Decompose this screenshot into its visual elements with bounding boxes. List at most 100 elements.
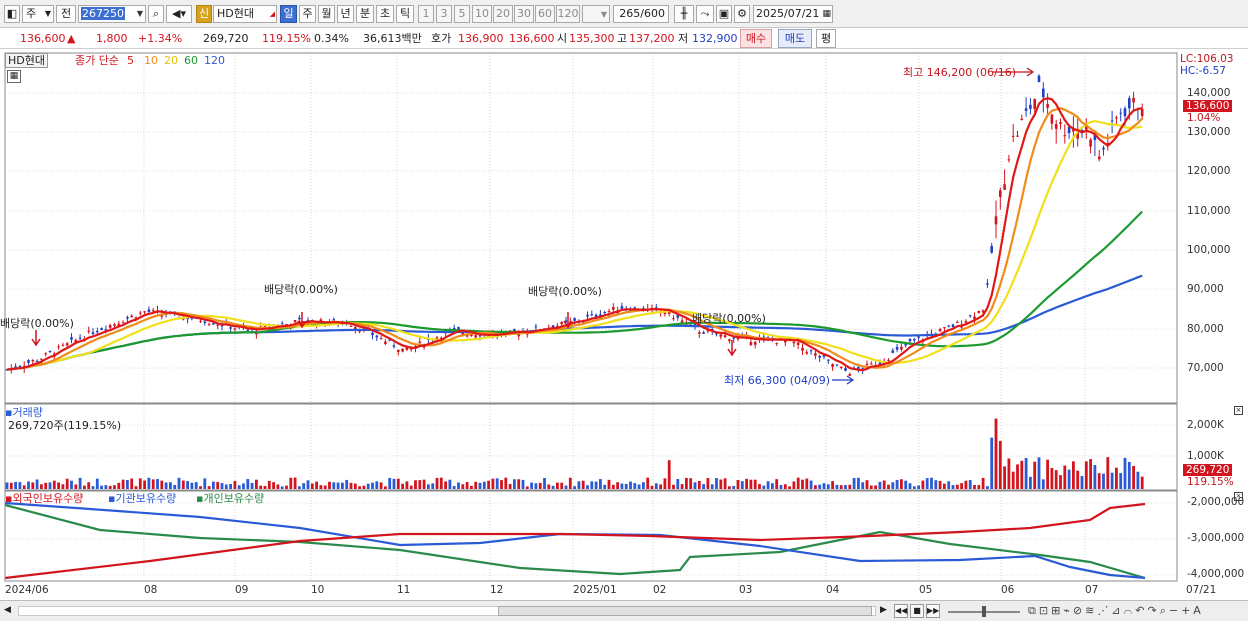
volume-bar: [448, 479, 452, 489]
period-tab-tick[interactable]: 틱: [396, 5, 414, 23]
interval-60[interactable]: 60: [535, 5, 555, 23]
data-count-input[interactable]: 265/600: [613, 5, 669, 23]
ticker-tag[interactable]: HD현대: [5, 53, 48, 68]
interval-30[interactable]: 30: [514, 5, 534, 23]
candle-body: [96, 330, 99, 333]
volume-bar: [857, 477, 860, 489]
candle-body: [57, 346, 60, 348]
prev-button[interactable]: 전: [56, 5, 76, 23]
x-label-03: 03: [739, 584, 753, 596]
x-label-09: 09: [235, 584, 249, 596]
candle-body: [917, 336, 920, 338]
interval-120[interactable]: 120: [556, 5, 580, 23]
candle-body: [908, 338, 912, 342]
up-arrow-icon: ▲: [67, 32, 76, 45]
period-tab-day[interactable]: 일: [280, 5, 297, 23]
dividend-arrow: [31, 330, 41, 347]
layout-icon[interactable]: ◧: [4, 5, 20, 23]
candle-body: [1020, 118, 1024, 121]
high-price: 137,200: [629, 32, 675, 45]
candle-body: [293, 319, 297, 322]
panel-close-icon[interactable]: ×: [1234, 406, 1243, 415]
panel-close-icon[interactable]: ×: [1234, 492, 1243, 501]
volume-bar: [680, 484, 684, 489]
period-tab-year[interactable]: 년: [337, 5, 354, 23]
volume-bar: [986, 486, 989, 489]
speaker-icon[interactable]: ◀▾: [166, 5, 192, 23]
interval-10[interactable]: 10: [472, 5, 492, 23]
stock-name-field[interactable]: HD현대 ◢: [213, 5, 277, 23]
volume-bar: [452, 486, 456, 489]
volume-bar: [246, 479, 250, 489]
period-type-select[interactable]: 주 ▼: [22, 5, 54, 23]
drawing-tools-icon[interactable]: ⧉⊡⊞⌁⊘≋⋰⊿⌒↶↷⌕−+A: [1028, 604, 1204, 618]
volume-bar: [543, 477, 546, 489]
volume-bar: [844, 485, 847, 489]
y-tick-130000: 130,000: [1187, 126, 1231, 138]
candle-body: [603, 312, 606, 314]
volume-bar: [22, 485, 26, 489]
x-label-12: 12: [490, 584, 504, 596]
interval-5[interactable]: 5: [454, 5, 470, 23]
volume-bar: [44, 482, 48, 489]
volume-bar: [439, 477, 443, 489]
candle-body: [895, 346, 899, 350]
period-tab-second[interactable]: 초: [376, 5, 394, 23]
table-icon[interactable]: ▦: [7, 70, 21, 83]
candle-body: [1123, 108, 1127, 117]
volume-bar: [891, 482, 895, 489]
candle-body: [805, 352, 809, 354]
period-tab-minute[interactable]: 분: [356, 5, 374, 23]
scroll-right-icon[interactable]: ▶: [880, 605, 887, 615]
sell-button[interactable]: 매도: [778, 29, 812, 48]
stock-code-input[interactable]: 267250 ▼: [78, 5, 146, 23]
x-label-2025-01: 2025/01: [573, 584, 617, 596]
volume-bar: [151, 479, 155, 489]
interval-3[interactable]: 3: [436, 5, 452, 23]
volume-bar: [289, 477, 293, 489]
candle-body: [839, 366, 843, 368]
save-icon[interactable]: ▣: [716, 5, 732, 23]
candle-body: [986, 283, 989, 285]
rewind-button[interactable]: ◀◀: [894, 604, 908, 618]
x-label-2024-06: 2024/06: [5, 584, 49, 596]
forward-button[interactable]: ▶▶: [926, 604, 940, 618]
date-input[interactable]: 2025/07/21 ▦: [753, 5, 833, 23]
gear-icon[interactable]: ⚙: [734, 5, 750, 23]
high-annotation: 최고 146,200 (06/16): [903, 66, 1017, 79]
x-label-10: 10: [311, 584, 325, 596]
volume-bar: [267, 480, 271, 489]
candle-body: [1097, 156, 1101, 160]
volume-bar: [611, 484, 615, 489]
period-tab-month[interactable]: 월: [318, 5, 335, 23]
volume-bar: [61, 484, 65, 489]
chart-canvas[interactable]: [0, 50, 1248, 600]
buy-button[interactable]: 매수: [740, 29, 772, 48]
zoom-slider-handle[interactable]: [982, 606, 986, 617]
volume-bar: [706, 478, 710, 489]
volume-bar: [1037, 457, 1041, 489]
interval-20[interactable]: 20: [493, 5, 513, 23]
stop-button[interactable]: ■: [910, 604, 924, 618]
volume-bar: [95, 478, 99, 489]
interval-1[interactable]: 1: [418, 5, 434, 23]
compare-icon[interactable]: ⤳: [696, 5, 714, 23]
interval-custom-select[interactable]: ▼: [582, 5, 610, 23]
volume-bar: [48, 482, 52, 489]
scroll-thumb[interactable]: [498, 606, 872, 616]
volume-bar: [237, 485, 241, 489]
candle-body: [233, 328, 237, 330]
volume-bar: [874, 485, 877, 489]
price-change: 1,800: [96, 32, 128, 45]
hold-tick-3m: -3,000,000: [1187, 532, 1245, 544]
volume-bar: [181, 480, 185, 489]
candle-icon[interactable]: ╫: [674, 5, 694, 23]
candle-body: [1102, 147, 1105, 150]
volume-bar: [233, 480, 237, 489]
average-button[interactable]: 평: [816, 29, 836, 48]
scroll-left-icon[interactable]: ◀: [4, 605, 11, 615]
period-tab-week[interactable]: 주: [299, 5, 316, 23]
volume-bar: [147, 477, 151, 489]
volume-bar: [216, 482, 220, 489]
search-icon[interactable]: ⌕: [148, 5, 164, 23]
